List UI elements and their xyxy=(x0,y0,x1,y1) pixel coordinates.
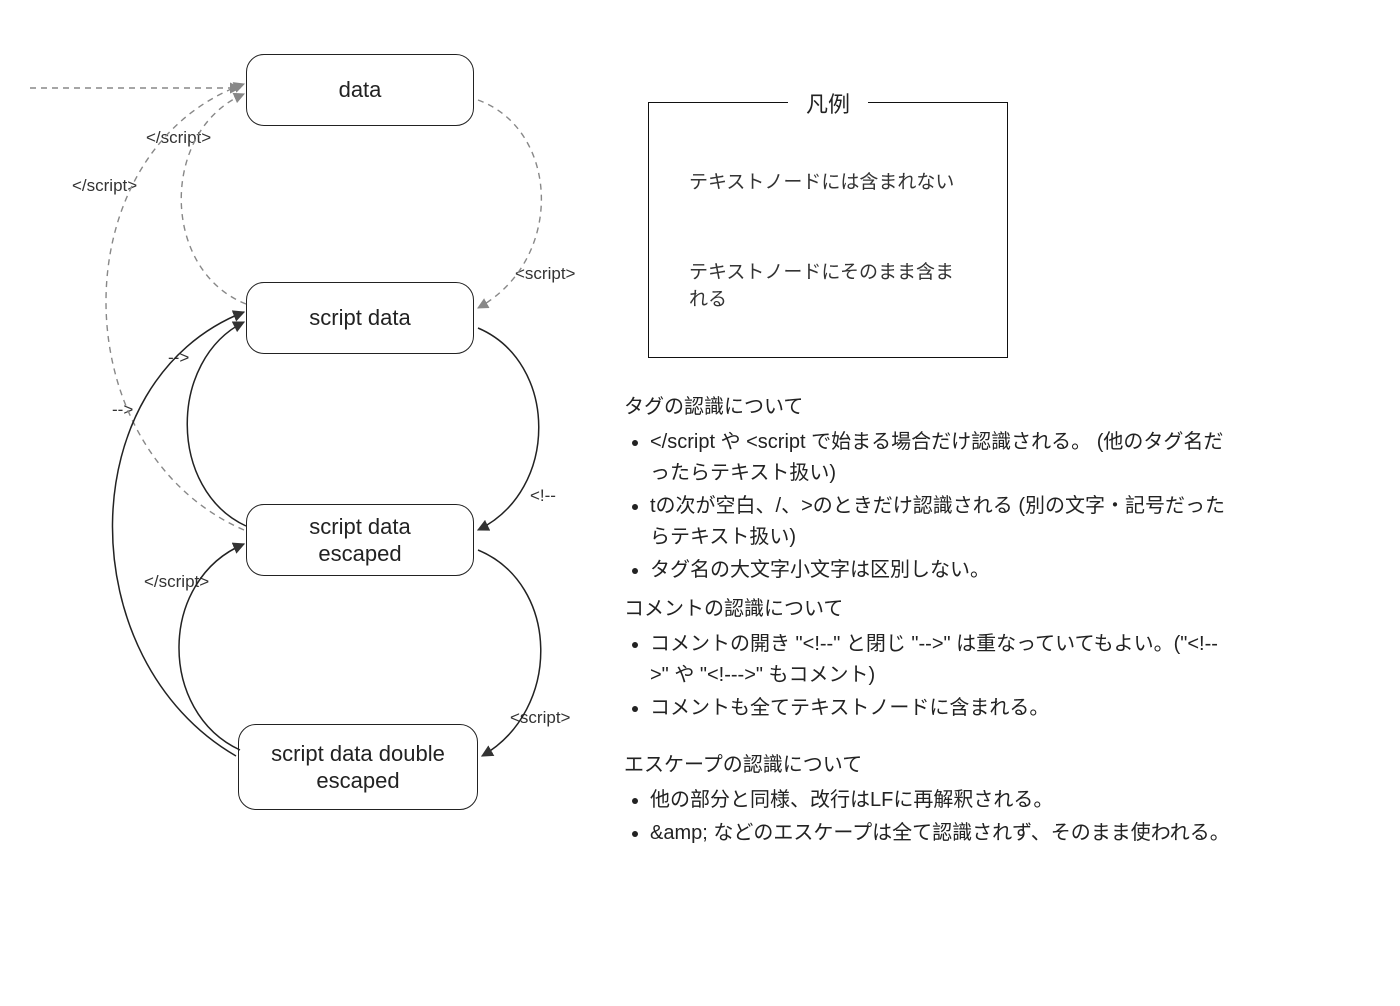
edge-label-open-script-2: <script> xyxy=(510,708,570,728)
section-escape-heading: エスケープの認識について xyxy=(624,750,1234,781)
section-tag-item: タグ名の大文字小文字は区別しない。 xyxy=(650,555,1234,586)
section-comment: コメントの認識について コメントの開き "<!--" と閉じ "-->" は重な… xyxy=(624,594,1234,726)
edge-label-comment-close-1: --> xyxy=(168,348,189,368)
section-comment-item: コメントの開き "<!--" と閉じ "-->" は重なっていてもよい。("<!… xyxy=(650,629,1234,691)
state-data: data xyxy=(246,54,474,126)
edge-label-comment-open: <!-- xyxy=(530,486,556,506)
edge-label-close-script-2: </script> xyxy=(72,176,137,196)
edge-label-open-script-1: <script> xyxy=(515,264,575,284)
legend-included: テキストノードにそのまま含まれる xyxy=(689,257,967,311)
section-escape-item: 他の部分と同様、改行はLFに再解釈される。 xyxy=(650,785,1234,816)
state-script-data-double-escaped: script data double escaped xyxy=(238,724,478,810)
legend-title: 凡例 xyxy=(788,87,868,119)
section-escape-item: &amp; などのエスケープは全て認識されず、そのまま使われる。 xyxy=(650,818,1234,849)
section-escape: エスケープの認識について 他の部分と同様、改行はLFに再解釈される。 &amp;… xyxy=(624,750,1234,851)
state-script-data: script data xyxy=(246,282,474,354)
legend-box: 凡例 テキストノードには含まれない テキストノードにそのまま含まれる xyxy=(648,102,1008,358)
state-script-data-escaped: script data escaped xyxy=(246,504,474,576)
edge-label-close-script-1: </script> xyxy=(146,128,211,148)
section-comment-heading: コメントの認識について xyxy=(624,594,1234,625)
section-tag-heading: タグの認識について xyxy=(624,392,1234,423)
section-comment-item: コメントも全てテキストノードに含まれる。 xyxy=(650,693,1234,724)
section-tag: タグの認識について </script や <script で始まる場合だけ認識さ… xyxy=(624,392,1234,588)
legend-not-included: テキストノードには含まれない xyxy=(689,167,967,194)
edge-label-close-script-3: </script> xyxy=(144,572,209,592)
edge-label-comment-close-2: --> xyxy=(112,400,133,420)
section-tag-item: </script や <script で始まる場合だけ認識される。 (他のタグ名… xyxy=(650,427,1234,489)
section-tag-item: tの次が空白、/、>のときだけ認識される (別の文字・記号だったらテキスト扱い) xyxy=(650,491,1234,553)
